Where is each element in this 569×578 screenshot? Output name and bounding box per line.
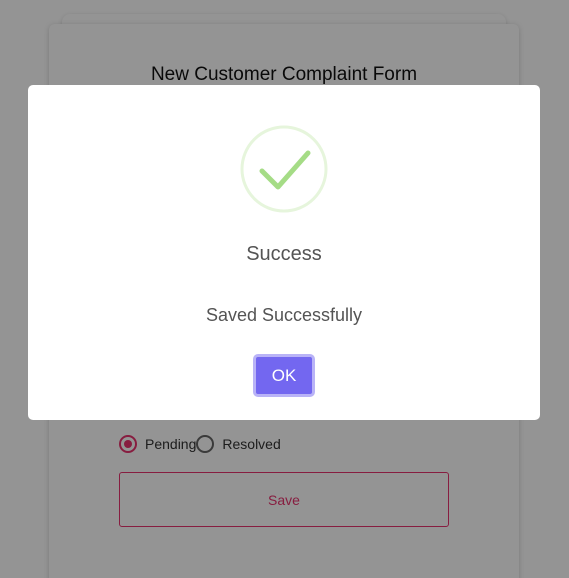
success-dialog: Success Saved Successfully OK: [28, 85, 540, 420]
dialog-message: Saved Successfully: [205, 305, 363, 325]
success-check-icon: [240, 125, 328, 213]
dialog-title: Success: [246, 243, 322, 265]
ok-button[interactable]: OK: [253, 354, 315, 397]
